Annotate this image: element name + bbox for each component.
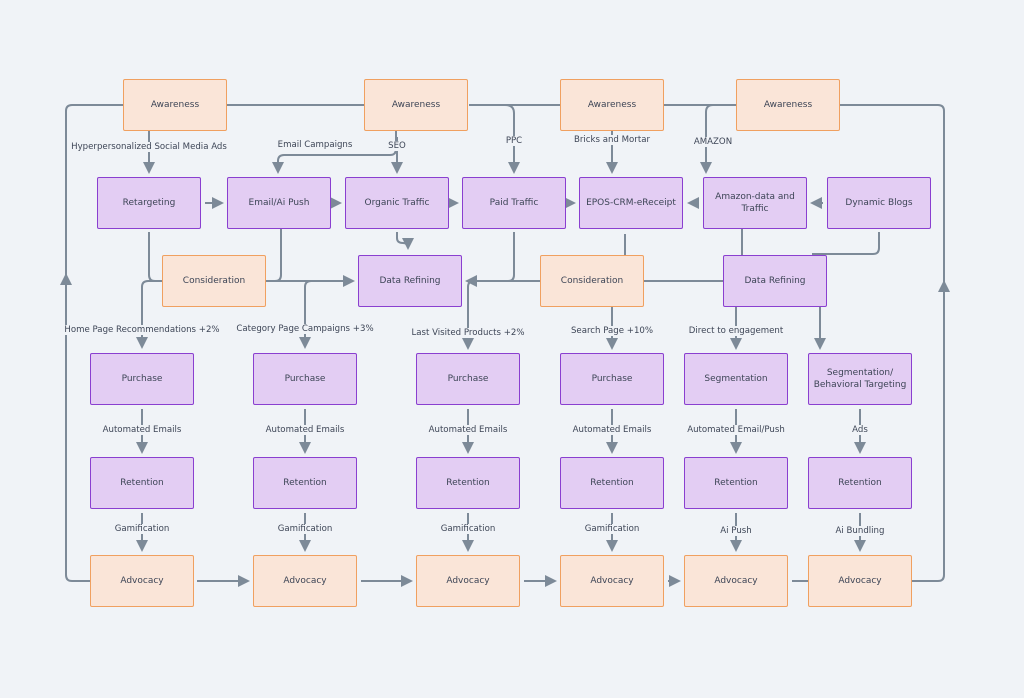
flow-diagram: Awareness Awareness Awareness Awareness …	[0, 0, 1024, 698]
amazon-data-node[interactable]: Amazon-data and Traffic	[703, 177, 807, 229]
advocacy-node[interactable]: Advocacy	[684, 555, 788, 607]
data-refining-node-1[interactable]: Data Refining	[358, 255, 462, 307]
consideration-node-1[interactable]: Consideration	[162, 255, 266, 307]
retention-node[interactable]: Retention	[90, 457, 194, 509]
edge-label: Gamification	[438, 524, 498, 534]
advocacy-node[interactable]: Advocacy	[90, 555, 194, 607]
email-ai-push-node[interactable]: Email/Ai Push	[227, 177, 331, 229]
edge-label: Gamification	[112, 524, 172, 534]
retention-node[interactable]: Retention	[684, 457, 788, 509]
consideration-node-2[interactable]: Consideration	[540, 255, 644, 307]
edge-label: Category Page Campaigns +3%	[234, 324, 376, 334]
retention-node[interactable]: Retention	[560, 457, 664, 509]
edge-label: AMAZON	[691, 137, 735, 147]
advocacy-node[interactable]: Advocacy	[416, 555, 520, 607]
edge-label: Ai Bundling	[833, 526, 887, 536]
behavioral-targeting-node[interactable]: Segmentation/ Behavioral Targeting	[808, 353, 912, 405]
edge-label: Home Page Recommendations +2%	[62, 325, 222, 335]
purchase-node[interactable]: Purchase	[560, 353, 664, 405]
advocacy-node[interactable]: Advocacy	[560, 555, 664, 607]
awareness-node-1[interactable]: Awareness	[123, 79, 227, 131]
data-refining-node-2[interactable]: Data Refining	[723, 255, 827, 307]
edge-label: Ads	[850, 425, 870, 435]
awareness-node-2[interactable]: Awareness	[364, 79, 468, 131]
edge-label: SEO	[386, 141, 408, 151]
edge-label: Hyperpersonalized Social Media Ads	[69, 142, 229, 152]
edge-label: Gamification	[582, 524, 642, 534]
edge-label: Gamification	[275, 524, 335, 534]
epos-crm-node[interactable]: EPOS-CRM-eReceipt	[579, 177, 683, 229]
edge-label: Direct to engagement	[686, 326, 786, 336]
purchase-node[interactable]: Purchase	[253, 353, 357, 405]
retention-node[interactable]: Retention	[253, 457, 357, 509]
segmentation-node[interactable]: Segmentation	[684, 353, 788, 405]
edge-label: Bricks and Mortar	[571, 135, 653, 145]
edge-label: PPC	[503, 136, 525, 146]
awareness-node-3[interactable]: Awareness	[560, 79, 664, 131]
edge-label: Ai Push	[718, 526, 754, 536]
edge-label: Automated Email/Push	[685, 425, 787, 435]
edge-label: Automated Emails	[570, 425, 654, 435]
retention-node[interactable]: Retention	[416, 457, 520, 509]
organic-traffic-node[interactable]: Organic Traffic	[345, 177, 449, 229]
retention-node[interactable]: Retention	[808, 457, 912, 509]
dynamic-blogs-node[interactable]: Dynamic Blogs	[827, 177, 931, 229]
awareness-node-4[interactable]: Awareness	[736, 79, 840, 131]
edge-label: Automated Emails	[426, 425, 510, 435]
paid-traffic-node[interactable]: Paid Traffic	[462, 177, 566, 229]
edge-label: Email Campaigns	[275, 140, 355, 150]
edge-label: Automated Emails	[263, 425, 347, 435]
advocacy-node[interactable]: Advocacy	[808, 555, 912, 607]
edge-label: Automated Emails	[100, 425, 184, 435]
retargeting-node[interactable]: Retargeting	[97, 177, 201, 229]
purchase-node[interactable]: Purchase	[416, 353, 520, 405]
edge-label: Last Visited Products +2%	[409, 328, 527, 338]
edge-label: Search Page +10%	[568, 326, 656, 336]
purchase-node[interactable]: Purchase	[90, 353, 194, 405]
advocacy-node[interactable]: Advocacy	[253, 555, 357, 607]
